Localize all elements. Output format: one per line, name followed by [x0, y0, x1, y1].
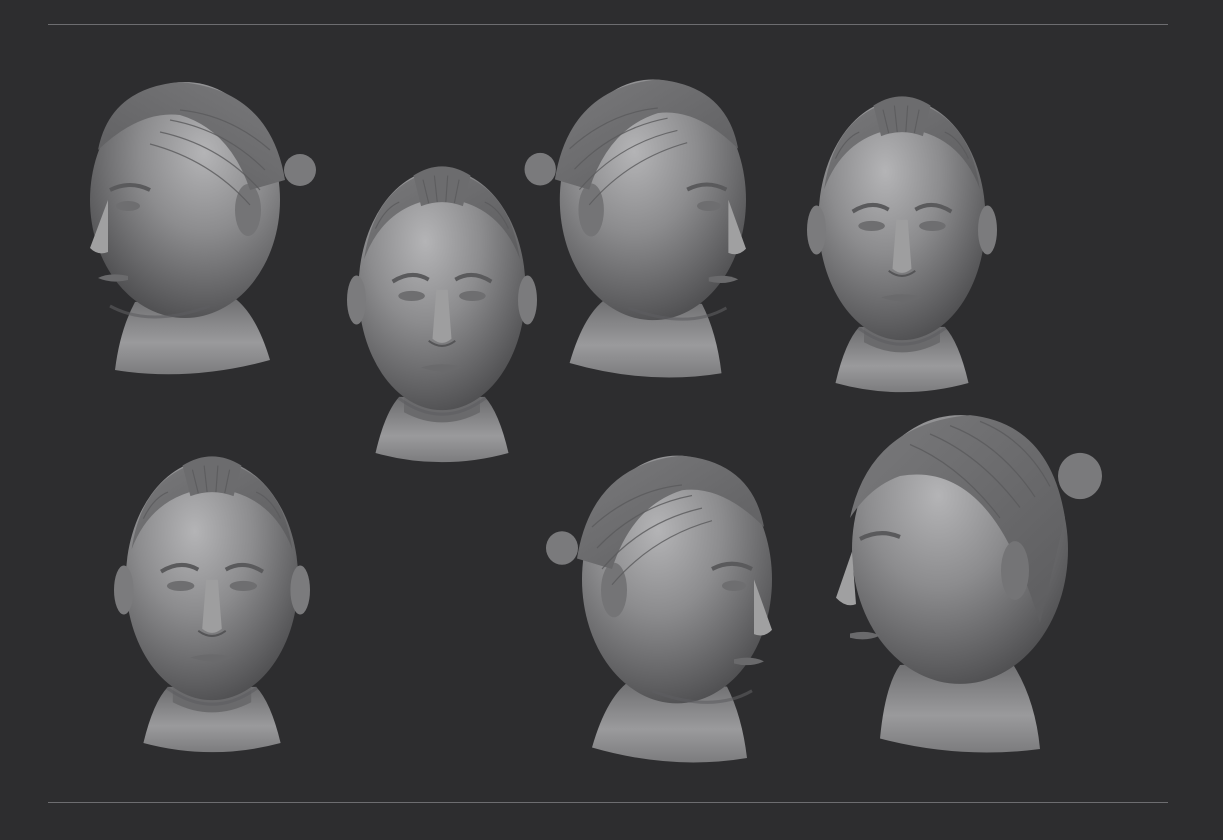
render-canvas	[0, 0, 1223, 840]
head-sculpt-1	[88, 80, 318, 377]
head-sculpts-image	[88, 0, 1223, 840]
head-sculpt-2	[347, 166, 537, 462]
head-sculpt-7	[836, 415, 1102, 752]
head-sculpt-6	[546, 456, 772, 763]
head-sculpt-3	[525, 79, 746, 377]
head-sculpt-5	[114, 456, 310, 752]
head-sculpt-4	[807, 96, 997, 392]
